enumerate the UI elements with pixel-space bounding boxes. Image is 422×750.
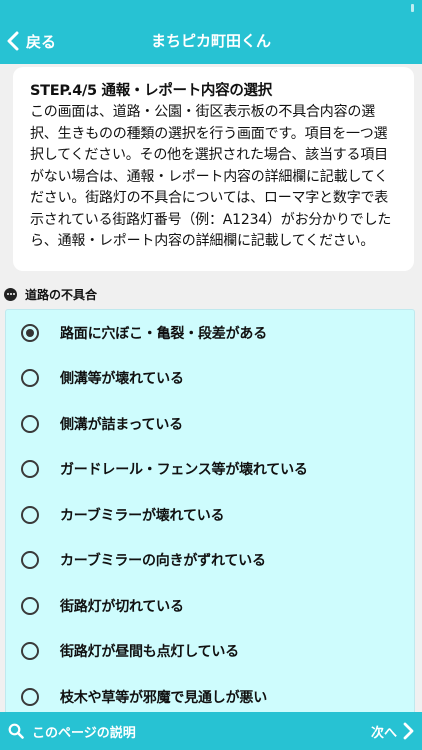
radio-unchecked[interactable] xyxy=(21,596,39,615)
radio-unchecked[interactable] xyxy=(21,369,39,388)
radio-unchecked[interactable] xyxy=(21,414,39,433)
next-button[interactable]: 次へ xyxy=(371,720,414,742)
navbar: 戻る まちピカ町田くん xyxy=(0,0,422,64)
option-item[interactable]: 街路灯が切れている xyxy=(6,583,414,629)
option-item[interactable]: 側溝が詰まっている xyxy=(6,401,414,447)
step-info-card: STEP.4/5 通報・レポート内容の選択 この画面は、道路・公園・街区表示板の… xyxy=(13,67,414,271)
section-header: 道路の不具合 xyxy=(4,285,97,303)
chevron-right-icon xyxy=(403,722,414,740)
option-label: 路面に穴ぼこ・亀裂・段差がある xyxy=(60,325,267,342)
radio-unchecked[interactable] xyxy=(21,551,39,570)
step-title: STEP.4/5 通報・レポート内容の選択 xyxy=(30,83,272,99)
next-label: 次へ xyxy=(370,725,397,741)
option-label: 側溝等が壊れている xyxy=(60,371,184,388)
option-item[interactable]: 路面に穴ぼこ・亀裂・段差がある xyxy=(6,310,414,356)
option-label: カーブミラーが壊れている xyxy=(60,507,225,524)
option-item[interactable]: ガードレール・フェンス等が壊れている xyxy=(6,447,414,493)
bottom-bar: このページの説明 次へ xyxy=(0,712,422,750)
search-icon xyxy=(8,723,24,739)
page-title: まちピカ町田くん xyxy=(150,32,271,50)
status-indicator xyxy=(411,4,414,12)
option-label: 枝木や草等が邪魔で見通しが悪い xyxy=(60,689,267,706)
option-label: 側溝が詰まっている xyxy=(60,416,183,433)
radio-unchecked[interactable] xyxy=(21,642,39,661)
option-item[interactable]: カーブミラーが壊れている xyxy=(6,492,414,538)
option-label: ガードレール・フェンス等が壊れている xyxy=(60,462,308,479)
option-item[interactable]: 街路灯が昼間も点灯している xyxy=(6,629,414,675)
option-label: カーブミラーの向きがずれている xyxy=(60,553,266,570)
dots-icon xyxy=(4,287,17,301)
option-item[interactable]: カーブミラーの向きがずれている xyxy=(6,538,414,584)
help-label: このページの説明 xyxy=(32,725,136,741)
option-label: 街路灯が切れている xyxy=(60,598,184,615)
radio-unchecked[interactable] xyxy=(21,505,39,524)
step-description: この画面は、道路・公園・街区表示板の不具合内容の選択、生きものの種類の選択を行う… xyxy=(30,104,392,249)
option-label: 街路灯が昼間も点灯している xyxy=(60,644,239,661)
radio-unchecked[interactable] xyxy=(21,460,39,479)
option-list: 路面に穴ぼこ・亀裂・段差がある 側溝等が壊れている 側溝が詰まっているガードレール・… xyxy=(5,309,415,721)
section-title: 道路の不具合 xyxy=(25,287,98,302)
radio-unchecked[interactable] xyxy=(21,687,39,706)
option-item[interactable]: 側溝等が壊れている xyxy=(6,356,414,402)
page-help-button[interactable]: このページの説明 xyxy=(8,720,136,742)
radio-checked[interactable] xyxy=(21,323,39,342)
